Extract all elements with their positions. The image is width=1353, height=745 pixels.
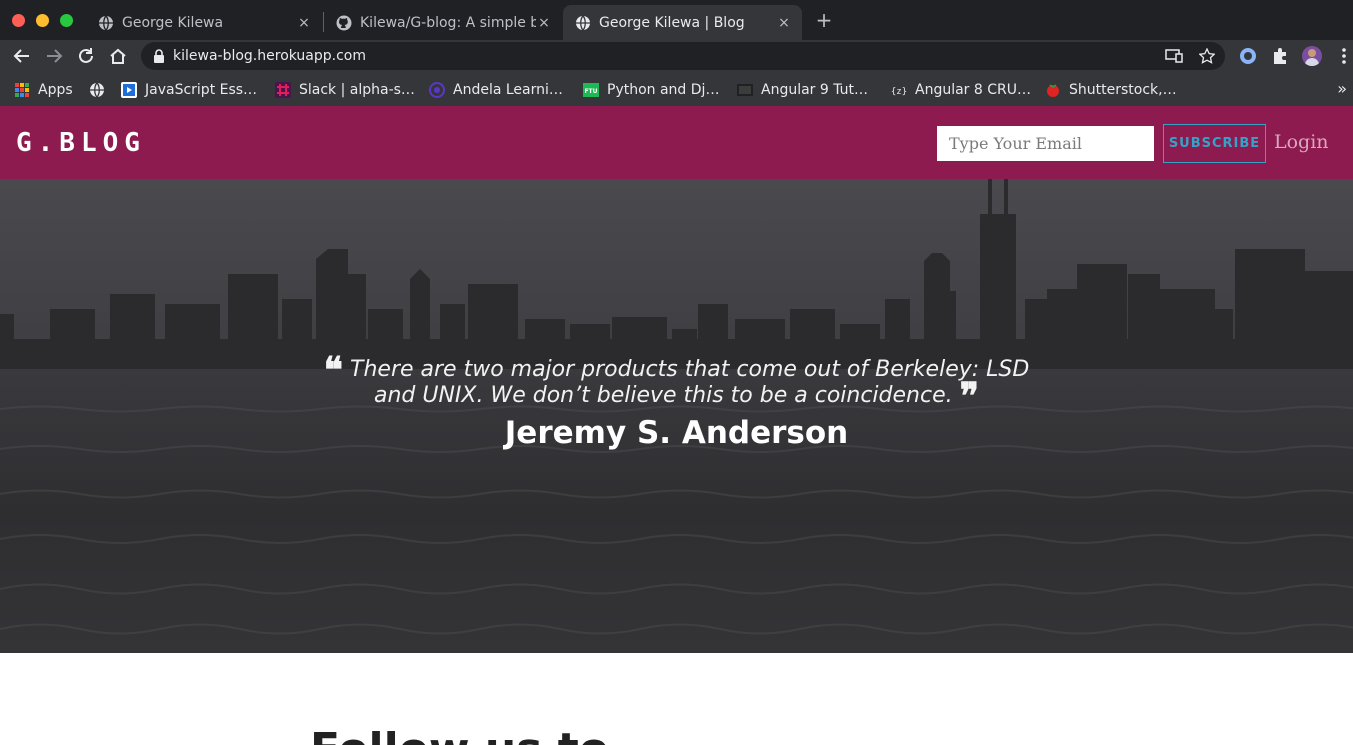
hero-quote: ❝ There are two major products that come…	[300, 352, 1053, 451]
hero-banner: ❝ There are two major products that come…	[0, 179, 1353, 653]
reload-icon[interactable]	[76, 46, 96, 66]
menu-kebab-icon[interactable]	[1334, 46, 1353, 66]
svg-text:FTU: FTU	[584, 88, 597, 95]
window-maximize-button[interactable]	[60, 14, 73, 27]
andela-icon	[429, 82, 445, 98]
bookmarks-bar: Apps JavaScript Ess… Slack | alpha-s… An…	[0, 73, 1353, 106]
extensions-puzzle-icon[interactable]	[1270, 46, 1290, 66]
window-close-button[interactable]	[12, 14, 25, 27]
tab-title: George Kilewa	[122, 14, 224, 31]
profile-avatar[interactable]	[1302, 46, 1322, 66]
apps-grid-icon	[15, 83, 29, 97]
browser-toolbar: kilewa-blog.herokuapp.com	[0, 40, 1353, 73]
open-quote-icon: ❝	[323, 349, 344, 391]
site-logo[interactable]: G.BLOG	[16, 128, 146, 158]
film-icon	[737, 84, 753, 96]
back-arrow-icon[interactable]	[12, 46, 32, 66]
window-minimize-button[interactable]	[36, 14, 49, 27]
tab-close-icon[interactable]: ×	[536, 15, 552, 31]
browser-tab-1[interactable]: George Kilewa ×	[86, 5, 322, 40]
bookmark-andela[interactable]: Andela Learni…	[429, 81, 563, 99]
ftu-icon: FTU	[583, 83, 599, 97]
tab-title: George Kilewa | Blog	[599, 14, 745, 31]
install-app-icon[interactable]	[1165, 49, 1183, 63]
tab-title: Kilewa/G-blog: A simple bl	[360, 14, 536, 31]
close-quote-icon: ❞	[959, 375, 979, 417]
bookmark-javascript[interactable]: JavaScript Ess…	[121, 81, 257, 99]
svg-text:{z}: {z}	[891, 87, 907, 97]
bookmark-label: Angular 8 CRU…	[915, 82, 1031, 98]
bookmark-label: JavaScript Ess…	[145, 82, 258, 98]
tomato-icon	[1047, 84, 1059, 97]
browser-tab-strip: George Kilewa × Kilewa/G-blog: A simple …	[0, 0, 1353, 40]
site-navbar: G.BLOG SUBSCRIBE Login	[0, 106, 1353, 179]
subscribe-button[interactable]: SUBSCRIBE	[1163, 124, 1266, 163]
bookmark-apps[interactable]: Apps	[14, 81, 73, 99]
extension-circle-icon[interactable]	[1238, 46, 1258, 66]
home-icon[interactable]	[108, 46, 128, 66]
slack-icon	[275, 82, 291, 98]
quote-author: Jeremy S. Anderson	[504, 415, 849, 451]
bookmark-label: Slack | alpha-s…	[299, 82, 415, 98]
bookmark-angular-8[interactable]: {z} Angular 8 CRU…	[891, 81, 1031, 99]
bookmark-shutterstock[interactable]: Shutterstock,…	[1045, 81, 1177, 99]
bookmark-slack[interactable]: Slack | alpha-s…	[275, 81, 415, 99]
bookmark-python-django[interactable]: FTU Python and Dj…	[583, 81, 719, 99]
url-text: kilewa-blog.herokuapp.com	[173, 48, 367, 64]
section-heading: Follow us to	[310, 726, 609, 745]
bookmarks-overflow-button[interactable]: »	[1337, 79, 1347, 98]
tab-close-icon[interactable]: ×	[296, 15, 312, 31]
login-link[interactable]: Login	[1274, 131, 1329, 153]
bookmark-label: Angular 9 Tut…	[761, 82, 869, 98]
globe-icon	[90, 82, 104, 98]
bookmark-globe[interactable]	[89, 81, 113, 99]
browser-tab-2[interactable]: Kilewa/G-blog: A simple bl ×	[324, 5, 562, 40]
bookmark-label: Andela Learni…	[453, 82, 563, 98]
avatar-face	[1308, 49, 1316, 57]
forward-arrow-icon[interactable]	[44, 46, 64, 66]
curly-braces-icon: {z}	[891, 87, 907, 97]
bookmark-star-icon[interactable]	[1199, 48, 1215, 64]
github-icon	[336, 15, 352, 30]
quote-text: There are two major products that come o…	[350, 357, 1030, 408]
globe-icon	[99, 15, 113, 30]
tab-close-icon[interactable]: ×	[776, 15, 792, 31]
bookmark-angular-9[interactable]: Angular 9 Tut…	[737, 81, 868, 99]
bookmark-label: Apps	[38, 82, 73, 98]
address-bar[interactable]: kilewa-blog.herokuapp.com	[141, 42, 1225, 70]
browser-tab-3-active[interactable]: George Kilewa | Blog ×	[563, 5, 802, 40]
globe-icon	[576, 15, 590, 30]
avatar-body	[1305, 58, 1319, 66]
new-tab-button[interactable]: +	[814, 10, 834, 30]
bookmark-label: Python and Dj…	[607, 82, 720, 98]
lock-icon[interactable]	[153, 49, 165, 63]
quote-body: ❝ There are two major products that come…	[300, 352, 1053, 414]
bookmark-label: Shutterstock,…	[1069, 82, 1177, 98]
video-icon	[121, 82, 137, 98]
email-input[interactable]	[937, 126, 1154, 161]
